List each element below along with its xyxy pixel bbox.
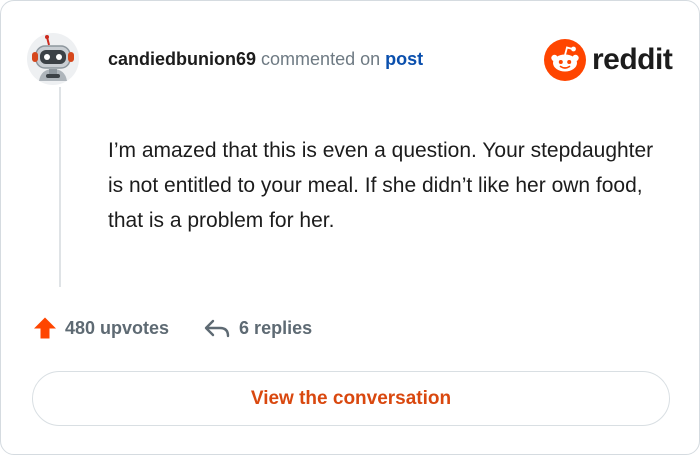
upvote-count: 480 upvotes <box>65 317 170 338</box>
upvote-arrow-icon <box>34 317 56 339</box>
reply-count: 6 replies <box>239 317 313 338</box>
replies-button[interactable]: 6 replies <box>203 316 312 340</box>
thread-line <box>59 87 61 287</box>
robot-avatar-icon <box>27 33 79 85</box>
post-link[interactable]: post <box>385 49 423 69</box>
action-text: commented on <box>261 49 381 69</box>
comment-header: candiedbunion69 commented on post <box>108 48 423 70</box>
avatar[interactable] <box>27 33 79 85</box>
reddit-snoo-icon <box>544 39 586 81</box>
reply-arrow-icon <box>204 319 230 338</box>
username[interactable]: candiedbunion69 <box>108 49 256 69</box>
upvote-button[interactable]: 480 upvotes <box>33 316 169 340</box>
reddit-wordmark: reddit <box>592 43 673 76</box>
comment-actions: 480 upvotes 6 replies <box>33 314 312 342</box>
comment-embed-card: candiedbunion69 commented on post reddit… <box>0 0 700 455</box>
view-conversation-button[interactable]: View the conversation <box>32 371 670 426</box>
reddit-logo[interactable]: reddit <box>544 39 673 81</box>
comment-body: I’m amazed that this is even a question.… <box>108 139 654 232</box>
